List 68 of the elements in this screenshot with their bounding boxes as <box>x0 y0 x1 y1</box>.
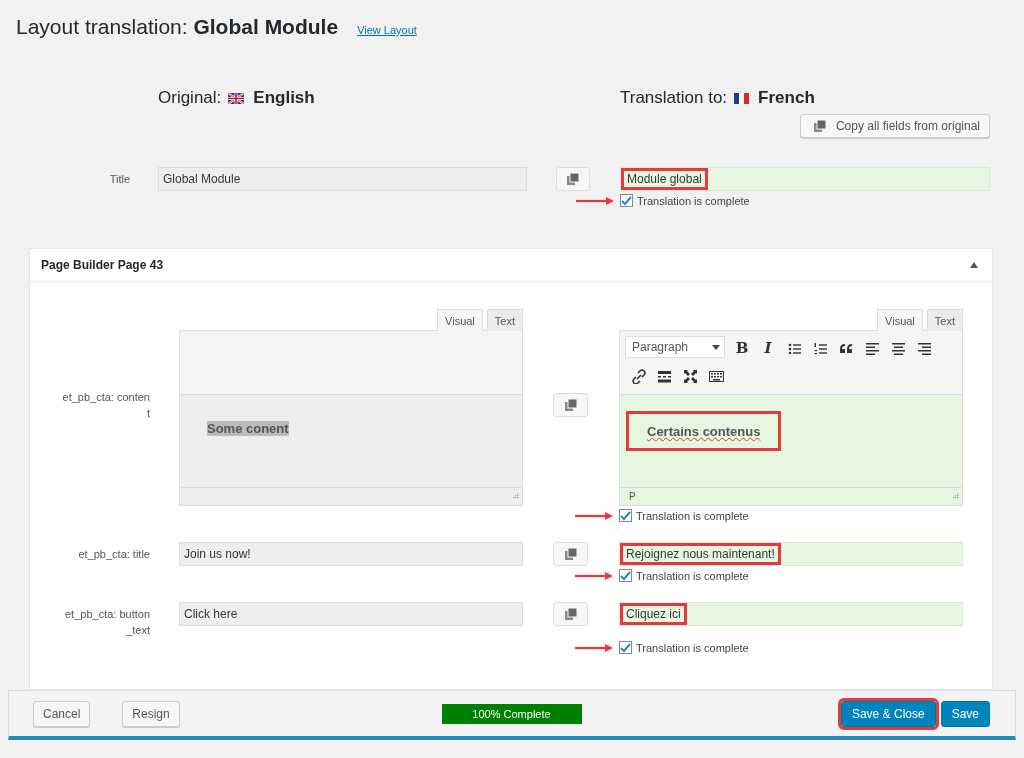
uk-flag-icon <box>228 92 245 104</box>
original-editor-content[interactable]: Some conent <box>180 395 522 487</box>
panel-title: Page Builder Page 43 <box>41 258 164 272</box>
save-button[interactable]: Save & Close <box>840 700 936 727</box>
page-title: Layout translation: Global Module <box>16 14 339 40</box>
check-icon <box>620 642 631 653</box>
bold-button[interactable]: B <box>729 336 755 360</box>
save-button[interactable]: Save <box>940 700 990 727</box>
editor-tab[interactable]: Visual <box>437 309 483 331</box>
original-language: English <box>253 88 315 108</box>
italic-button[interactable]: I <box>755 336 781 360</box>
editor-tab[interactable]: Visual <box>877 309 923 331</box>
translation-editor-content[interactable]: Certains contenus <box>620 395 962 487</box>
footer-button[interactable]: Resign <box>122 700 180 727</box>
fullscreen-icon[interactable] <box>682 368 698 384</box>
checkbox-label: Translation is complete <box>636 641 749 654</box>
copy-icon <box>812 119 827 133</box>
editor-tab[interactable]: Text <box>926 309 963 331</box>
translation-field[interactable]: Rejoignez nous maintenant! <box>619 542 963 566</box>
copy-all-button[interactable]: Copy all fields from original <box>799 114 990 138</box>
copy-icon <box>566 172 580 186</box>
field-label: Title <box>109 172 130 187</box>
footer-button[interactable]: Cancel <box>33 700 91 727</box>
checkbox-label: Translation is complete <box>637 194 750 207</box>
align-right-icon[interactable] <box>916 340 932 356</box>
check-icon <box>620 510 631 521</box>
checkbox-label: Translation is complete <box>636 509 749 522</box>
copy-icon <box>563 547 578 561</box>
france-flag-icon <box>734 92 750 104</box>
checkbox-label: Translation is complete <box>636 569 749 582</box>
check-icon <box>620 570 631 581</box>
translation-field[interactable]: Module global <box>620 167 990 191</box>
checkbox[interactable] <box>619 509 632 522</box>
copy-icon <box>563 607 578 621</box>
align-center-icon[interactable] <box>890 340 906 356</box>
progress-text: 100% Complete <box>471 706 552 722</box>
check-icon <box>621 195 632 206</box>
collapse-toggle-icon[interactable] <box>970 262 978 268</box>
align-left-icon[interactable] <box>864 340 880 356</box>
original-field[interactable]: Click here <box>179 602 523 626</box>
keyboard-icon[interactable] <box>708 368 724 384</box>
copy-button[interactable] <box>553 602 588 626</box>
field-label: et_pb_cta: title <box>78 547 150 562</box>
checkbox[interactable] <box>619 569 632 582</box>
original-label: Original: <box>158 88 222 108</box>
translation-label: Translation to: <box>620 88 728 108</box>
checkbox[interactable] <box>620 194 633 207</box>
path-indicator: P <box>629 491 636 502</box>
resize-grip-icon[interactable] <box>512 493 519 500</box>
translation-language: French <box>758 88 815 108</box>
format-select[interactable]: Paragraph <box>625 336 725 358</box>
caret-icon <box>712 344 720 350</box>
field-label: et_pb_cta: content <box>61 390 150 421</box>
read-more-icon[interactable] <box>656 368 672 384</box>
translation-field[interactable]: Cliquez ici <box>619 602 963 626</box>
original-field[interactable]: Global Module <box>158 167 527 191</box>
numbered-list-icon[interactable] <box>812 340 828 356</box>
editor-tab[interactable]: Text <box>486 309 523 331</box>
field-label: et_pb_cta: button_text <box>64 607 150 638</box>
copy-icon <box>563 398 578 412</box>
copy-button[interactable] <box>556 167 590 191</box>
view-layout-link[interactable]: View Layout <box>357 24 417 36</box>
copy-button[interactable] <box>553 542 588 566</box>
resize-grip-icon[interactable] <box>952 493 959 500</box>
link-icon[interactable] <box>630 368 646 384</box>
original-field[interactable]: Join us now! <box>179 542 523 566</box>
checkbox[interactable] <box>619 641 632 654</box>
copy-button[interactable] <box>553 393 588 417</box>
